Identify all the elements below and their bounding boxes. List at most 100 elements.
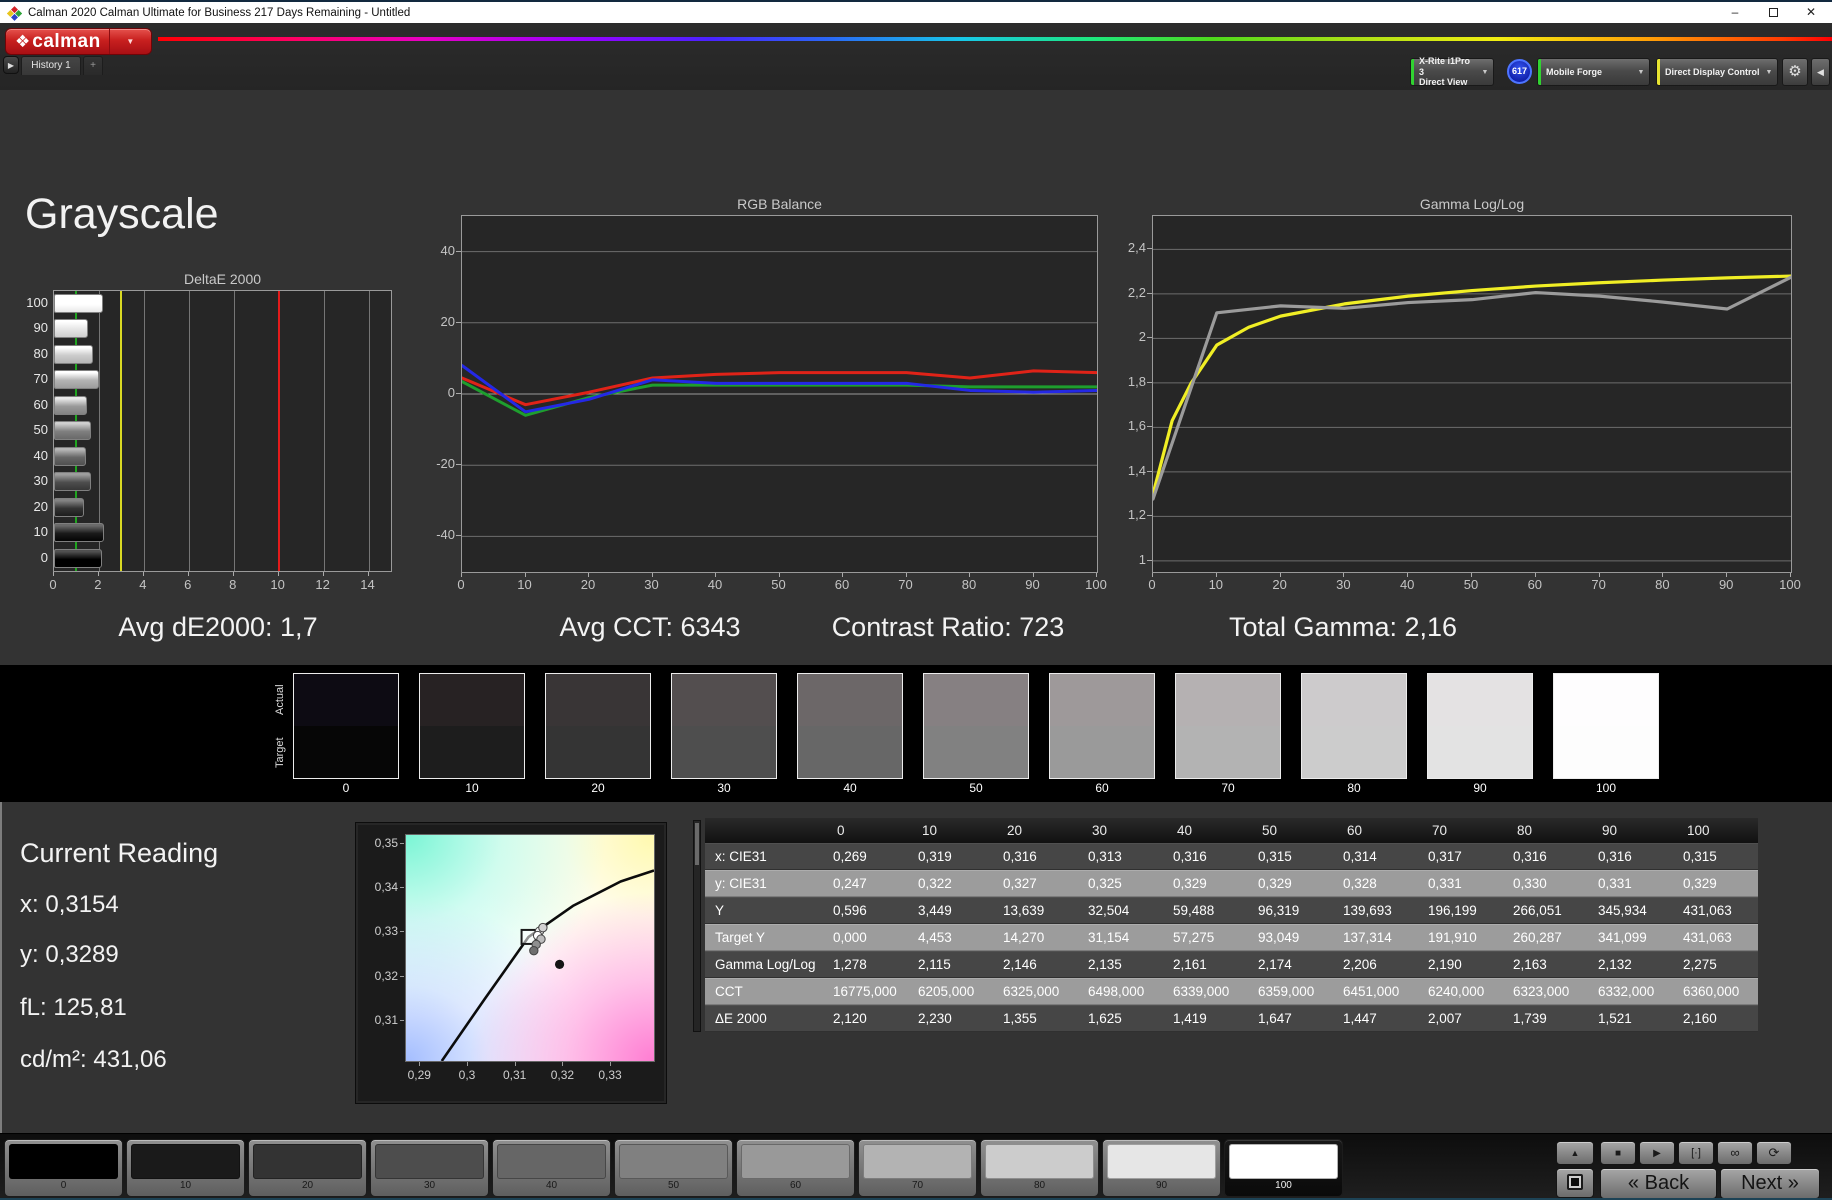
rgb-plot-x-tick: 40 xyxy=(707,577,723,592)
maximize-icon[interactable] xyxy=(1756,2,1790,25)
pattern-button-80[interactable]: 80 xyxy=(980,1139,1099,1197)
table-row-label: CCT xyxy=(705,978,823,1005)
deltae-category-label: 40 xyxy=(33,447,48,463)
pattern-button-40[interactable]: 40 xyxy=(492,1139,611,1197)
gamma-chart-title: Gamma Log/Log xyxy=(1419,196,1525,212)
settings-button[interactable]: ⚙ xyxy=(1782,58,1808,86)
collapse-panel-button[interactable]: ◀ xyxy=(1811,58,1830,86)
close-icon[interactable]: ✕ xyxy=(1794,2,1828,25)
workflow-dropdown[interactable]: Mobile Forge ▼ xyxy=(1537,58,1650,86)
tick xyxy=(456,535,461,537)
tick xyxy=(419,1062,421,1066)
next-button[interactable]: Next » xyxy=(1720,1168,1820,1199)
refresh-icon: ⟳ xyxy=(1768,1145,1780,1160)
gridline xyxy=(143,291,145,571)
pattern-button-90[interactable]: 90 xyxy=(1102,1139,1221,1197)
table-cell: 13,639 xyxy=(993,897,1078,924)
tab-scroll-button[interactable]: ▶ xyxy=(3,56,19,74)
tick xyxy=(1407,573,1409,577)
tick xyxy=(1147,515,1152,517)
pattern-bar: 0 10 20 30 40 50 60 70 80 90 100 ▲ ■ ▶ [·] ∞ ⟳ « B… xyxy=(0,1133,1832,1200)
meter-count-badge[interactable]: 617 xyxy=(1507,59,1532,84)
play-button[interactable]: ▶ xyxy=(1639,1141,1675,1165)
actual-patch xyxy=(924,674,1028,726)
swatch-label: 80 xyxy=(1347,781,1361,795)
gamma-plot-y-tick: 1,8 xyxy=(1127,373,1146,389)
calman-menu-button[interactable]: ❖ calman ▼ xyxy=(5,28,152,55)
pattern-window-button[interactable] xyxy=(1556,1168,1594,1198)
swatch-label: 30 xyxy=(717,781,731,795)
rgb-plot-x-tick: 60 xyxy=(834,577,850,592)
table-cell: 341,099 xyxy=(1588,924,1673,951)
table-cell: 1,625 xyxy=(1078,1005,1163,1032)
grayscale-swatch-70 xyxy=(1175,673,1281,779)
pattern-button-0[interactable]: 0 xyxy=(4,1139,123,1197)
meter-dropdown[interactable]: X-Rite i1Pro 3 Direct View ▼ xyxy=(1410,56,1494,87)
tick xyxy=(97,572,99,576)
pattern-button-60[interactable]: 60 xyxy=(736,1139,855,1197)
refresh-button[interactable]: ⟳ xyxy=(1756,1141,1792,1165)
actual-row-label: Actual xyxy=(274,684,286,715)
table-scrollbar[interactable] xyxy=(693,820,701,1032)
pattern-button-30[interactable]: 30 xyxy=(370,1139,489,1197)
table-cell: 57,275 xyxy=(1163,924,1248,951)
pattern-button-70[interactable]: 70 xyxy=(858,1139,977,1197)
interval-button[interactable]: [·] xyxy=(1678,1141,1714,1165)
interval-icon: [·] xyxy=(1691,1147,1701,1159)
deltae-category-label: 80 xyxy=(33,345,48,361)
display-control-dropdown[interactable]: Direct Display Control ▼ xyxy=(1656,58,1778,86)
tab-history-1[interactable]: History 1 xyxy=(21,56,81,75)
grayscale-swatch-20 xyxy=(545,673,651,779)
cie-y-tick: 0,34 xyxy=(374,880,398,895)
pattern-swatch xyxy=(1107,1144,1216,1179)
reading-cdm2: cd/m²: 431,06 xyxy=(20,1046,167,1073)
minimize-icon[interactable]: – xyxy=(1718,2,1752,25)
pattern-options-button[interactable]: ▲ xyxy=(1556,1141,1594,1165)
stat-total-gamma: Total Gamma: 2,16 xyxy=(1228,612,1458,642)
table-cell: 93,049 xyxy=(1248,924,1333,951)
stop-button[interactable]: ■ xyxy=(1600,1141,1636,1165)
deltae-category-label: 30 xyxy=(33,473,48,489)
gamma-plot-y-tick: 2 xyxy=(1138,329,1146,345)
gamma-plot-y-tick: 1,6 xyxy=(1127,418,1146,434)
continuous-button[interactable]: ∞ xyxy=(1717,1141,1753,1165)
grayscale-swatch-0 xyxy=(293,673,399,779)
pattern-button-50[interactable]: 50 xyxy=(614,1139,733,1197)
grayscale-swatch-10 xyxy=(419,673,525,779)
table-cell: 0,313 xyxy=(1078,843,1163,870)
deltae-x-tick: 2 xyxy=(94,577,102,592)
pattern-button-10[interactable]: 10 xyxy=(126,1139,245,1197)
table-column-header: 90 xyxy=(1588,818,1673,843)
table-cell: 1,647 xyxy=(1248,1005,1333,1032)
table-row-label: Target Y xyxy=(705,924,823,951)
table-column-header: 50 xyxy=(1248,818,1333,843)
pattern-swatch xyxy=(497,1144,606,1179)
tick xyxy=(400,1020,404,1022)
table-cell: 431,063 xyxy=(1673,924,1758,951)
pattern-swatch xyxy=(1229,1144,1338,1179)
table-cell: 32,504 xyxy=(1078,897,1163,924)
tick xyxy=(456,321,461,323)
table-cell: 6498,000 xyxy=(1078,978,1163,1005)
pattern-label: 0 xyxy=(60,1180,67,1191)
table-cell: 0,330 xyxy=(1503,870,1588,897)
tick xyxy=(1598,573,1600,577)
target-patch xyxy=(1554,726,1658,778)
table-cell: 6325,000 xyxy=(993,978,1078,1005)
rgb-plot-x-tick: 80 xyxy=(961,577,977,592)
target-patch xyxy=(1176,726,1280,778)
add-tab-button[interactable]: + xyxy=(83,56,103,75)
deltae-x-tick: 14 xyxy=(360,577,375,592)
back-button[interactable]: « Back xyxy=(1600,1168,1717,1199)
chevron-down-icon: ▼ xyxy=(1765,68,1773,76)
rgb-plot-y-tick: -40 xyxy=(436,527,455,543)
table-cell: 260,287 xyxy=(1503,924,1588,951)
table-cell: 2,132 xyxy=(1588,951,1673,978)
grayscale-swatch-30 xyxy=(671,673,777,779)
tick xyxy=(467,1062,468,1066)
deltae-chart xyxy=(53,290,392,572)
tick xyxy=(610,1062,612,1066)
pattern-button-20[interactable]: 20 xyxy=(248,1139,367,1197)
pattern-button-100[interactable]: 100 xyxy=(1224,1139,1343,1197)
plus-icon: + xyxy=(90,60,96,71)
